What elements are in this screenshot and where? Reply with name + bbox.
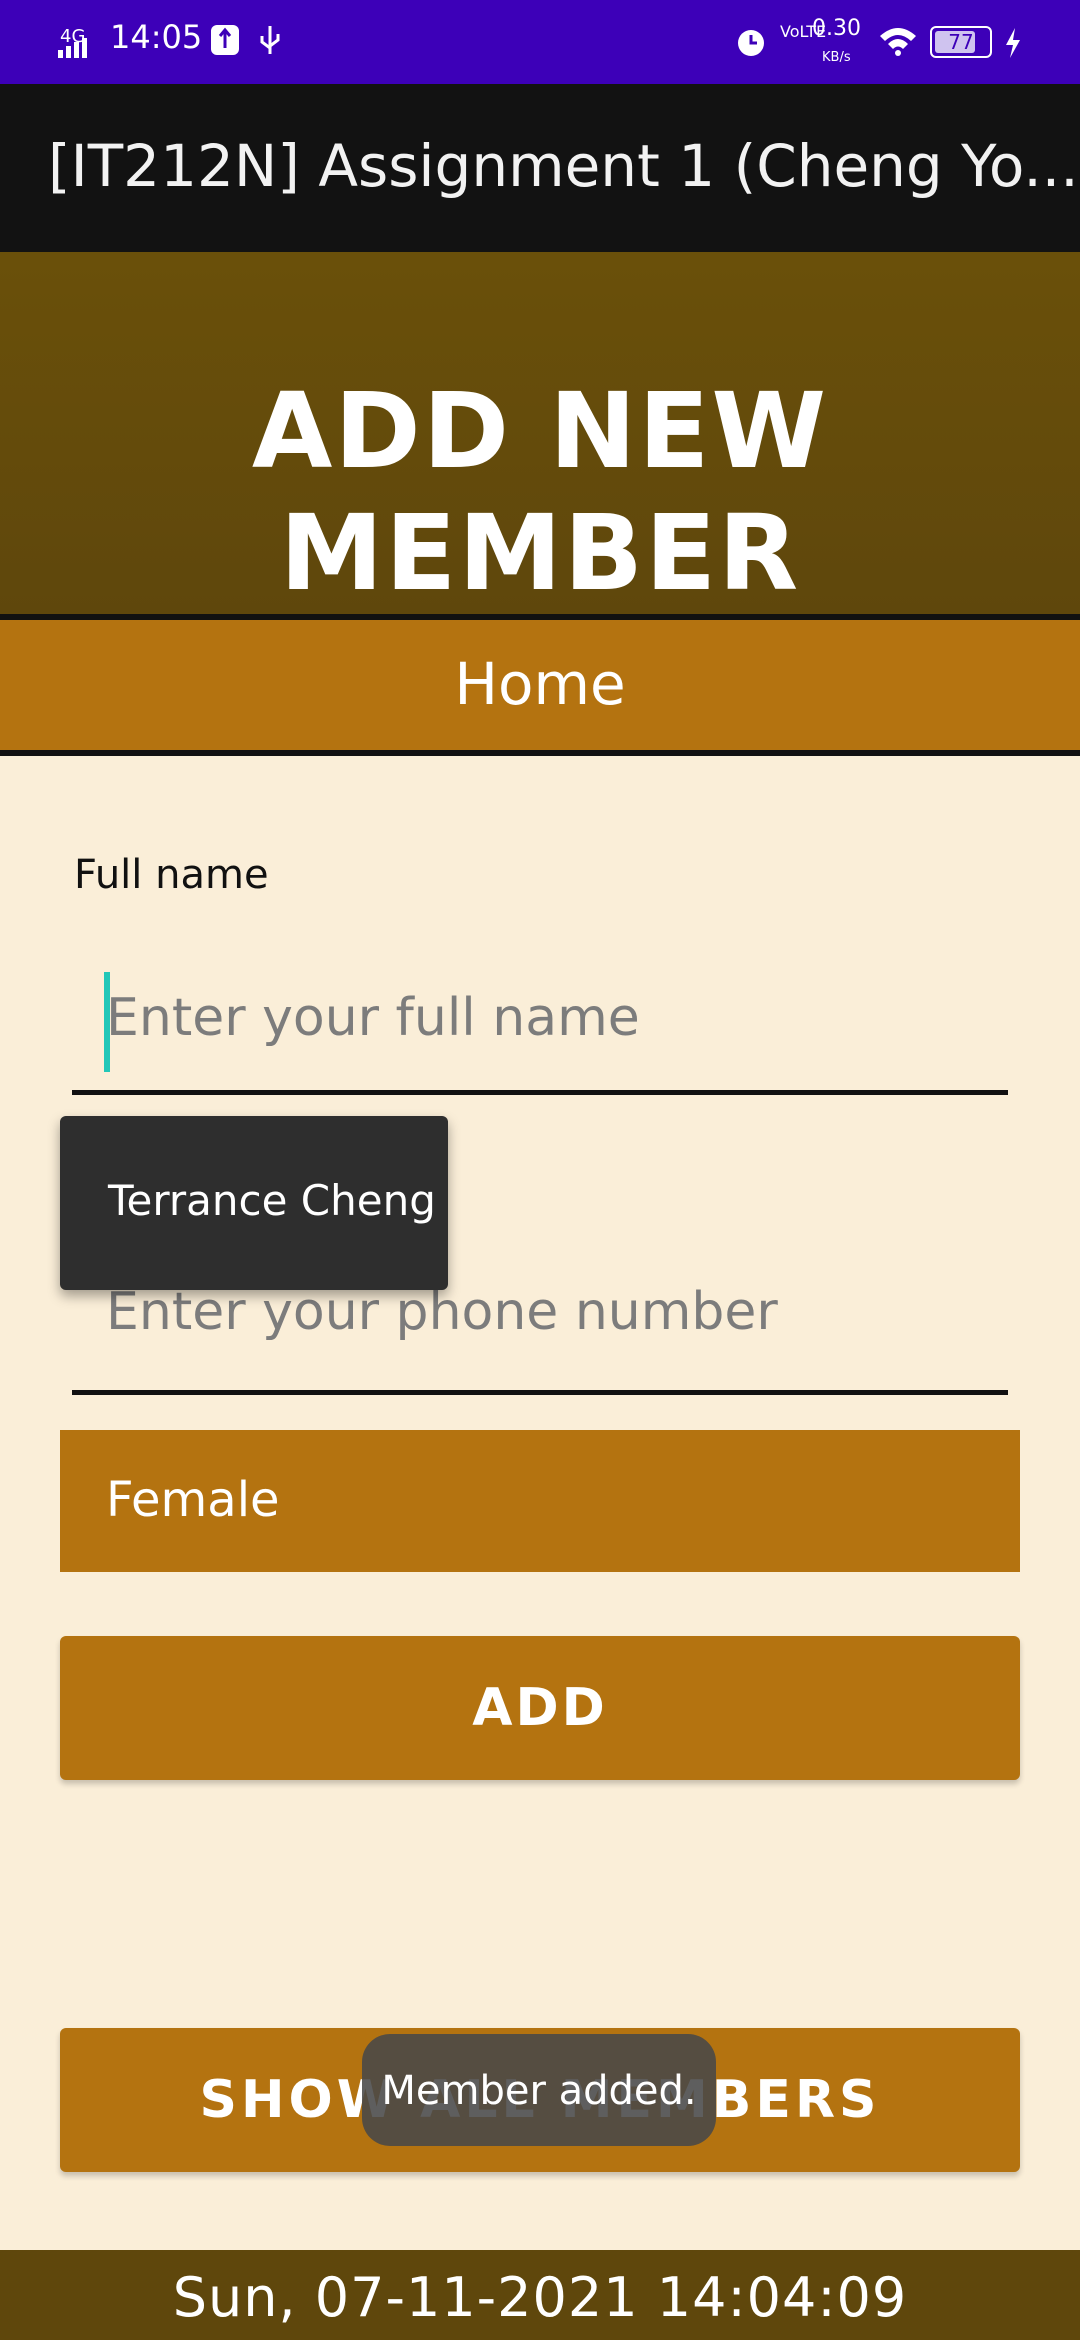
battery-level: 77: [948, 30, 974, 54]
battery-icon: 77: [930, 26, 992, 58]
gender-dropdown[interactable]: Female: [60, 1430, 1020, 1572]
add-button[interactable]: ADD: [60, 1636, 1020, 1780]
wifi-icon: [880, 28, 916, 56]
gender-selected-value: Female: [106, 1472, 280, 1528]
data-rate: 0.30: [812, 16, 861, 41]
page-header: ADD NEW MEMBER: [0, 252, 1080, 620]
page-title: ADD NEW MEMBER: [251, 370, 829, 614]
home-nav-button[interactable]: Home: [0, 620, 1080, 756]
full-name-input[interactable]: Enter your full name: [72, 960, 1008, 1095]
data-rate-unit: KB/s: [822, 50, 851, 65]
alarm-icon: [738, 30, 764, 56]
status-time: 14:05: [110, 18, 203, 56]
usb-notification-icon: [211, 25, 239, 55]
phone-number-placeholder: Enter your phone number: [106, 1282, 778, 1342]
autocomplete-popup[interactable]: Terrance Cheng: [60, 1116, 448, 1290]
add-button-label: ADD: [472, 1678, 608, 1738]
autocomplete-suggestion[interactable]: Terrance Cheng: [108, 1176, 436, 1225]
app-title: [IT212N] Assignment 1 (Cheng Yo...: [48, 132, 1079, 200]
toast-message: Member added.: [362, 2034, 716, 2146]
full-name-placeholder: Enter your full name: [106, 988, 640, 1048]
home-nav-label: Home: [454, 650, 626, 718]
usb-icon: [260, 26, 280, 54]
toast-text: Member added.: [381, 2068, 697, 2114]
footer-datetime: Sun, 07-11-2021 14:04:09: [172, 2266, 908, 2329]
footer: Sun, 07-11-2021 14:04:09: [0, 2250, 1080, 2340]
charging-icon: [1006, 28, 1020, 58]
volte-icon: VoLTE: [780, 22, 827, 41]
app-bar: [IT212N] Assignment 1 (Cheng Yo...: [0, 84, 1080, 252]
status-bar: 4G 14:05 VoLTE 0.30 KB/s 77: [0, 0, 1080, 84]
full-name-label: Full name: [74, 852, 269, 898]
signal-icon: [58, 38, 87, 58]
